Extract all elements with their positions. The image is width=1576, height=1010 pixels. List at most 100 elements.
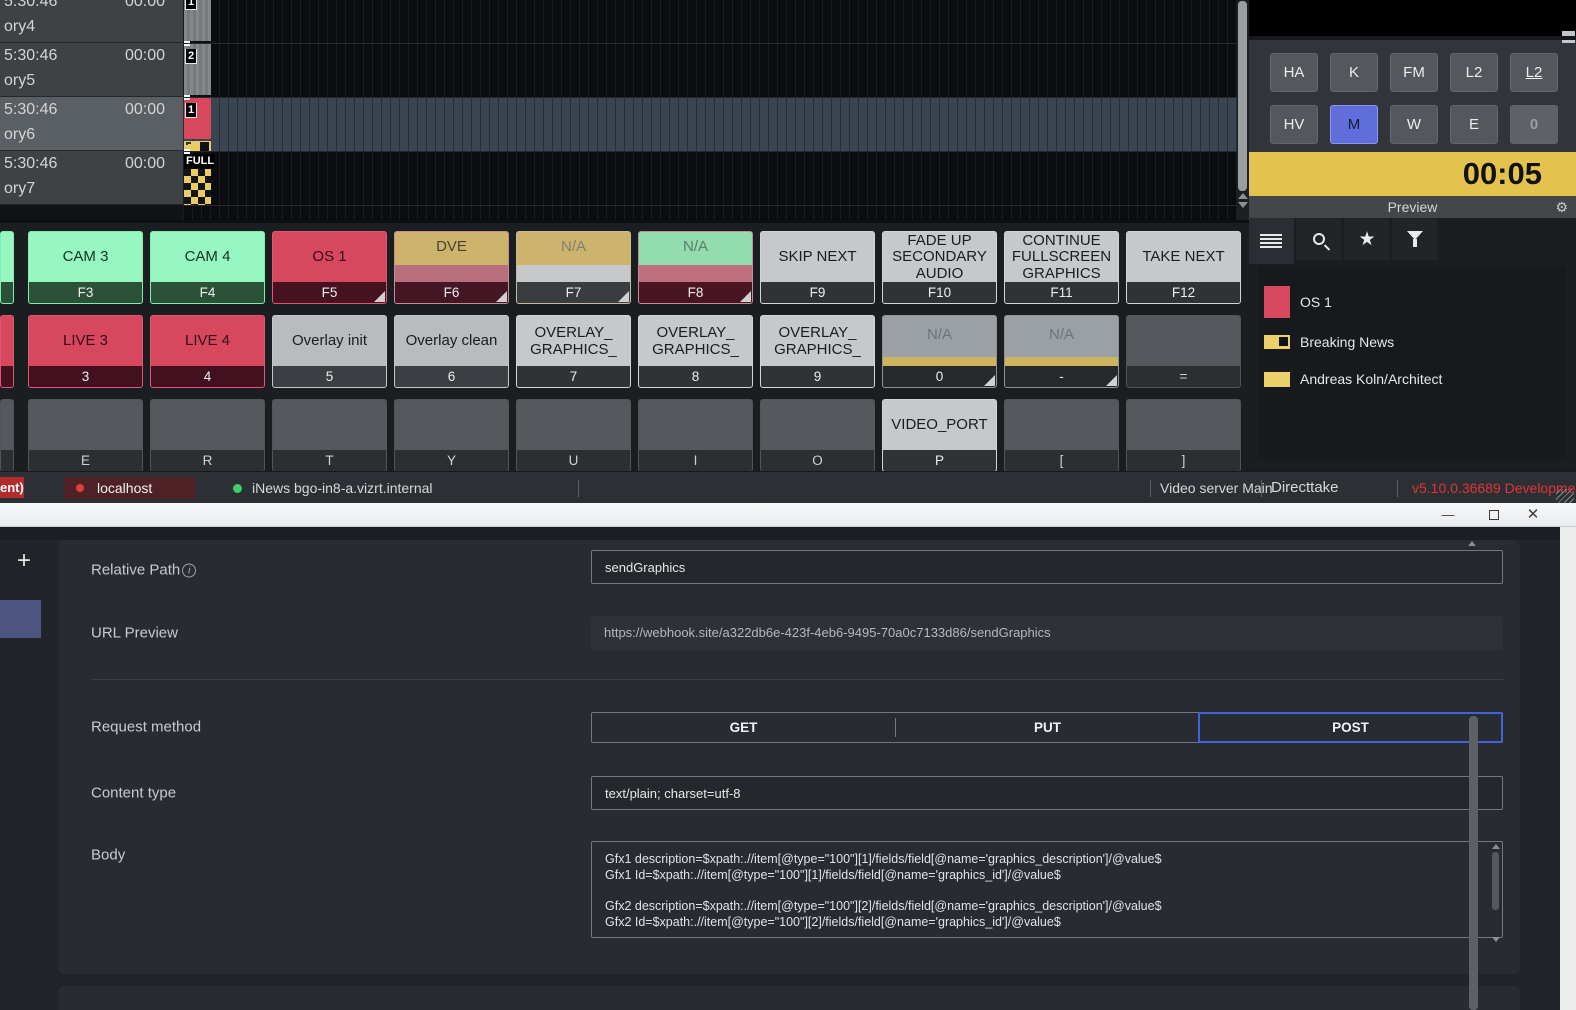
grid-button-Y[interactable]: Y <box>394 399 509 472</box>
transport-key-w-12[interactable]: W <box>1390 105 1438 144</box>
resize-grip[interactable] <box>1556 489 1574 503</box>
story-duration: 00:00 <box>125 101 165 119</box>
grid-button-n-a[interactable]: N/AF8 <box>638 231 753 304</box>
grid-button-I[interactable]: I <box>638 399 753 472</box>
grid-button-cam-3[interactable]: CAM 3F3 <box>28 231 143 304</box>
request-method-control: GETPUTPOST <box>591 712 1503 743</box>
timeline-scroll-arrows[interactable] <box>1238 193 1248 208</box>
timeline-clip[interactable]: 2 <box>184 43 211 97</box>
scroll-up-icon[interactable] <box>1492 844 1500 849</box>
tab-list[interactable] <box>1248 218 1294 264</box>
grid-button-continue-fullscreen-graphics[interactable]: CONTINUE FULLSCREEN GRAPHICSF11 <box>1004 231 1119 304</box>
grid-button-live-4[interactable]: LIVE 44 <box>150 315 265 388</box>
grid-button-key: I <box>639 450 752 471</box>
grid-button-overlay-clean[interactable]: Overlay clean6 <box>394 315 509 388</box>
localhost-badge[interactable]: localhost <box>64 477 196 499</box>
grid-button-skip-next[interactable]: SKIP NEXTF9 <box>760 231 875 304</box>
timeline-clip[interactable]: 1 <box>184 0 211 43</box>
grid-button-fade-up-secondary-audio[interactable]: FADE UP SECONDARY AUDIOF10 <box>882 231 997 304</box>
transport-key-l2-04[interactable]: L2 <box>1510 53 1558 92</box>
timeline-clip[interactable]: FULL <box>184 151 211 205</box>
maximize-button[interactable] <box>1489 510 1499 520</box>
timeline-row-label[interactable]: 5:30:4600:00ory4 <box>0 0 183 43</box>
transport-key-0-14[interactable]: 0 <box>1510 105 1558 144</box>
grid-button-n-a[interactable]: N/AF7 <box>516 231 631 304</box>
dialog-top-strip <box>0 527 1560 540</box>
favorites-item-label[interactable]: Breaking News <box>1300 334 1394 350</box>
favorites-item-label[interactable]: OS 1 <box>1300 294 1332 310</box>
timeline-row-label[interactable]: 5:30:4600:00ory5 <box>0 43 183 97</box>
grid-button-live-3[interactable]: LIVE 33 <box>28 315 143 388</box>
grid-button-overlay-[interactable]: OVERLAY_ GRAPHICS_7 <box>516 315 631 388</box>
video-server-label[interactable]: Video server Main <box>1160 472 1273 504</box>
content-type-input[interactable] <box>591 776 1503 810</box>
transport-key-hv-10[interactable]: HV <box>1270 105 1318 144</box>
grid-button-os-1[interactable]: OS 1F5 <box>272 231 387 304</box>
transport-key-m-11[interactable]: M <box>1330 105 1378 144</box>
close-button[interactable]: ✕ <box>1518 503 1548 527</box>
content-type-label: Content type <box>91 785 176 802</box>
grid-button-label: LIVE 4 <box>151 316 264 367</box>
timeline-scrollbar-thumb[interactable] <box>1238 1 1247 191</box>
timeline-row-label[interactable]: 5:30:4600:00ory7 <box>0 151 183 205</box>
body-scrollbar[interactable] <box>1490 844 1501 942</box>
transport-key-e-13[interactable]: E <box>1450 105 1498 144</box>
sidebar-selected-item[interactable] <box>0 600 41 638</box>
transport-key-l2-03[interactable]: L2 <box>1450 53 1498 92</box>
grid-button-label: OVERLAY_ GRAPHICS_ <box>517 316 630 367</box>
dialog-titlebar[interactable]: — ✕ <box>0 503 1576 527</box>
tab-favorites[interactable]: ★ <box>1344 218 1390 260</box>
status-left-badge: ent) <box>0 477 24 498</box>
favorites-item-label[interactable]: Andreas Koln/Architect <box>1300 371 1442 387</box>
grid-button-n-a[interactable]: N/A- <box>1004 315 1119 388</box>
scroll-down-icon[interactable] <box>1492 937 1500 942</box>
grid-button-sliver-0[interactable] <box>0 231 14 304</box>
grid-button-cam-4[interactable]: CAM 4F4 <box>150 231 265 304</box>
grid-button-E[interactable]: E <box>28 399 143 472</box>
tab-search[interactable] <box>1296 218 1342 260</box>
body-scrollbar-thumb[interactable] <box>1492 852 1499 910</box>
grid-button-sliver-1[interactable] <box>0 315 14 388</box>
directtake-label[interactable]: Directtake <box>1271 472 1339 504</box>
grid-button-T[interactable]: T <box>272 399 387 472</box>
grid-button-U[interactable]: U <box>516 399 631 472</box>
timeline-row-label[interactable]: 5:30:4600:00ory6 <box>0 97 183 151</box>
grid-button-overlay-[interactable]: OVERLAY_ GRAPHICS_8 <box>638 315 753 388</box>
dialog-scrollbar-thumb[interactable] <box>1469 716 1478 1010</box>
grid-button-R[interactable]: R <box>150 399 265 472</box>
grid-button-sliver-2[interactable] <box>0 399 14 472</box>
scroll-down-icon[interactable] <box>1238 202 1248 208</box>
grid-button-dve[interactable]: DVEF6 <box>394 231 509 304</box>
dialog-scroll-up-icon[interactable] <box>1468 541 1476 546</box>
method-get-button[interactable]: GET <box>592 713 895 742</box>
body-textarea[interactable]: Gfx1 description=$xpath:.//item[@type="1… <box>591 841 1503 938</box>
shortcut-grid: CAM 3F3CAM 4F4OS 1F5DVEF6N/AF7N/AF8SKIP … <box>0 220 1249 471</box>
grid-button-take-next[interactable]: TAKE NEXTF12 <box>1126 231 1241 304</box>
transport-key-fm-02[interactable]: FM <box>1390 53 1438 92</box>
story-time: 5:30:46 <box>4 155 57 173</box>
timeline-clip[interactable]: 1 <box>184 97 211 151</box>
grid-button-key: Y <box>395 450 508 471</box>
grid-button-video-port[interactable]: VIDEO_PORTP <box>882 399 997 472</box>
inews-server-label[interactable]: iNews bgo-in8-a.vizrt.internal <box>252 472 433 504</box>
info-icon[interactable]: i <box>182 564 196 578</box>
transport-key-ha-00[interactable]: HA <box>1270 53 1318 92</box>
timeline-scrollbar[interactable] <box>1237 0 1249 222</box>
grid-button-label: OS 1 <box>273 232 386 283</box>
grid-button-n-a[interactable]: N/A0 <box>882 315 997 388</box>
transport-key-k-01[interactable]: K <box>1330 53 1378 92</box>
add-button[interactable]: + <box>17 549 31 573</box>
grid-button-overlay-init[interactable]: Overlay init5 <box>272 315 387 388</box>
gear-icon[interactable]: ⚙ <box>1555 196 1568 218</box>
relative-path-input[interactable] <box>591 550 1503 584</box>
method-put-button[interactable]: PUT <box>896 713 1199 742</box>
tab-filter[interactable] <box>1392 218 1438 260</box>
minimize-button[interactable]: — <box>1433 503 1463 527</box>
grid-button-O[interactable]: O <box>760 399 875 472</box>
scroll-up-icon[interactable] <box>1238 193 1248 199</box>
grid-button-[[interactable]: [ <box>1004 399 1119 472</box>
method-post-button[interactable]: POST <box>1199 713 1502 742</box>
grid-button-][interactable]: ] <box>1126 399 1241 472</box>
grid-button-overlay-[interactable]: OVERLAY_ GRAPHICS_9 <box>760 315 875 388</box>
grid-button-=[interactable]: = <box>1126 315 1241 388</box>
